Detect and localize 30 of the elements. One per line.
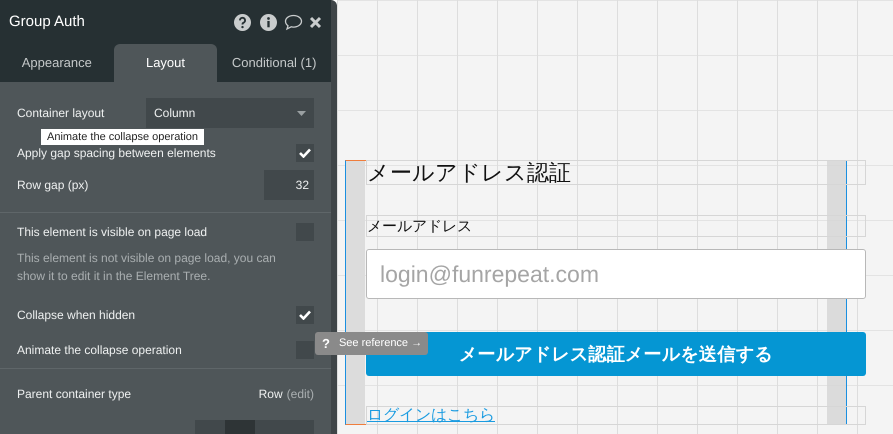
setting-label: Collapse when hidden [17, 306, 136, 324]
panel-title: Group Auth [9, 12, 86, 32]
layout-dropdown[interactable]: Column [146, 98, 314, 128]
field-label: メールアドレス [367, 218, 472, 234]
parent-type-value: Row [258, 386, 283, 403]
comment-icon[interactable] [284, 14, 303, 30]
setting-label: Apply gap spacing between elements [17, 144, 216, 162]
setting-label: Container layout [17, 105, 104, 122]
setting-label: Parent container type [17, 386, 132, 403]
setting-label: This element is visible on page load [17, 224, 208, 240]
email-field[interactable]: login@funrepeat.com [366, 249, 866, 299]
panel-tab[interactable]: Appearance [0, 44, 114, 82]
question-mark: ? [322, 334, 330, 353]
setting-label: Animate the collapse operation [17, 342, 182, 358]
checkbox[interactable] [296, 144, 314, 162]
number-field[interactable]: 32 [264, 170, 314, 200]
check-icon [299, 148, 311, 158]
setting-label: Row gap (px) [17, 177, 88, 194]
panel-tab[interactable]: Layout [114, 44, 218, 82]
visibility-note: This element is not visible on page load, you can show it to edit it in the Element Tree. [17, 250, 277, 285]
checkbox[interactable] [296, 340, 314, 358]
close-icon[interactable] [309, 16, 322, 28]
dropdown-caret-icon [297, 110, 306, 116]
check-icon [299, 310, 311, 320]
info-icon[interactable] [260, 14, 277, 30]
checkbox[interactable] [296, 306, 314, 324]
help-icon[interactable] [234, 14, 251, 30]
tooltip: Animate the collapse operation [41, 129, 204, 145]
panel-tab[interactable]: Conditional (1) [217, 44, 331, 82]
page-heading: メールアドレス認証 [367, 162, 571, 184]
